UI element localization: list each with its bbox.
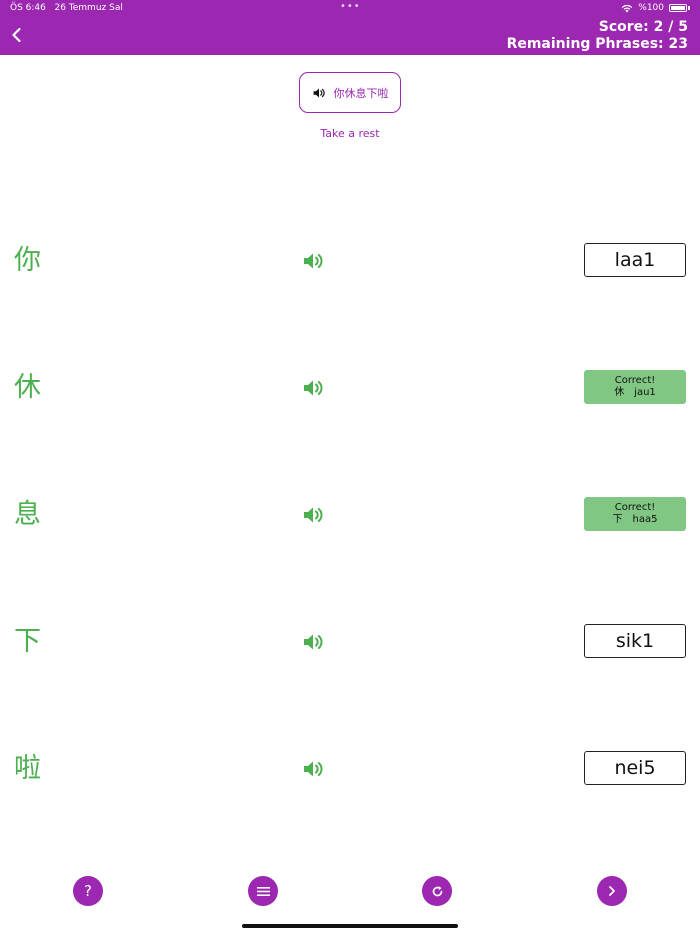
score-text: Score: 2 / 5: [598, 19, 688, 35]
character-row: 啦 nei5: [0, 751, 700, 791]
speaker-icon[interactable]: [302, 632, 324, 652]
phrase-translation: Take a rest: [320, 127, 380, 140]
home-indicator[interactable]: [242, 924, 458, 928]
answer-button[interactable]: sik1: [584, 624, 686, 658]
correct-char: 休: [614, 387, 625, 398]
menu-button[interactable]: [248, 876, 278, 906]
phrase-text: 你休息下啦: [333, 86, 389, 100]
app-header: ÖS 6:46 26 Temmuz Sal ••• %100 Score: 2 …: [0, 0, 700, 55]
back-chevron-icon[interactable]: [8, 26, 26, 44]
speaker-icon[interactable]: [302, 251, 324, 271]
character-label: 息: [14, 499, 41, 530]
status-date: 26 Temmuz Sal: [54, 3, 123, 13]
chevron-right-icon: [609, 886, 615, 896]
character-row: 你 laa1: [0, 243, 700, 283]
answer-button[interactable]: laa1: [584, 243, 686, 277]
next-button[interactable]: [597, 876, 627, 906]
character-row: 下 sik1: [0, 624, 700, 664]
answer-button[interactable]: nei5: [584, 751, 686, 785]
character-row: 休 Correct! 休 jau1: [0, 370, 700, 410]
speaker-icon[interactable]: [302, 505, 324, 525]
score-panel: Score: 2 / 5 Remaining Phrases: 23: [507, 19, 688, 53]
battery-percent: %100: [638, 3, 664, 13]
wifi-icon: [622, 4, 633, 12]
correct-label: Correct!: [614, 502, 656, 513]
correct-romanization: jau1: [634, 387, 656, 398]
correct-label: Correct!: [614, 375, 656, 386]
character-label: 休: [14, 372, 41, 403]
help-icon: ?: [84, 882, 92, 900]
status-clock: ÖS 6:46: [10, 3, 46, 13]
speaker-icon[interactable]: [302, 759, 324, 779]
character-label: 啦: [14, 753, 41, 784]
multitask-dots-icon[interactable]: •••: [340, 1, 361, 12]
menu-icon: [256, 886, 270, 896]
correct-answer-badge: Correct! 休 jau1: [584, 370, 686, 404]
correct-char: 下: [612, 514, 623, 525]
correct-detail: 下 haa5: [613, 514, 658, 526]
phrase-play-button[interactable]: 你休息下啦: [299, 72, 401, 113]
refresh-button[interactable]: [422, 876, 452, 906]
speaker-icon: [313, 88, 325, 97]
character-label: 下: [14, 626, 41, 657]
battery-cap: [688, 6, 690, 10]
correct-romanization: haa5: [632, 514, 658, 525]
character-row: 息 Correct! 下 haa5: [0, 497, 700, 537]
remaining-phrases-text: Remaining Phrases: 23: [506, 36, 688, 52]
character-label: 你: [14, 245, 41, 276]
status-indicators: %100: [621, 3, 690, 13]
correct-answer-badge: Correct! 下 haa5: [584, 497, 686, 531]
refresh-icon: [432, 885, 442, 896]
status-time: ÖS 6:46 26 Temmuz Sal: [10, 3, 123, 13]
battery-icon: [669, 4, 687, 12]
correct-detail: 休 jau1: [614, 387, 656, 399]
help-button[interactable]: ?: [73, 876, 103, 906]
speaker-icon[interactable]: [302, 378, 324, 398]
